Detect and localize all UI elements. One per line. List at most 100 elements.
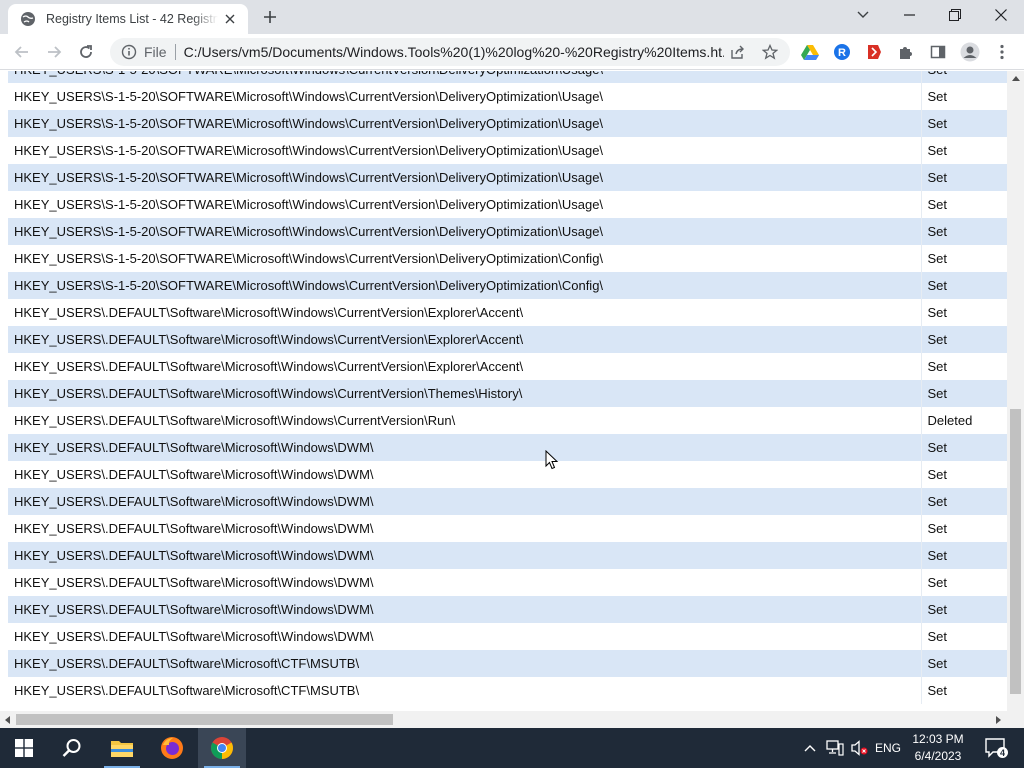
action-cell: Set [921,326,1007,353]
registry-key-cell: HKEY_USERS\.DEFAULT\Software\Microsoft\W… [8,623,922,650]
tab-close-icon[interactable] [220,9,240,29]
clock-time[interactable]: 12:03 PM [906,732,970,746]
registry-key-cell: HKEY_USERS\S-1-5-20\SOFTWARE\Microsoft\W… [8,71,922,83]
input-language-indicator[interactable]: ENG [872,741,904,755]
action-center-icon[interactable]: 4 [976,728,1016,768]
table-row: HKEY_USERS\.DEFAULT\Software\Microsoft\C… [8,650,1007,677]
info-icon[interactable] [114,44,144,60]
table-row: HKEY_USERS\.DEFAULT\Software\Microsoft\W… [8,488,1007,515]
action-cell: Set [927,251,948,266]
back-button[interactable] [8,38,36,66]
file-explorer-icon[interactable] [98,728,146,768]
profile-avatar-icon[interactable] [956,38,984,66]
red-extension-icon[interactable] [860,38,888,66]
share-icon[interactable] [724,38,752,66]
table-row: HKEY_USERS\.DEFAULT\Software\Microsoft\W… [8,461,1007,488]
r-extension-icon[interactable]: R [828,38,856,66]
globe-icon [20,11,36,27]
action-cell: Set [921,650,1007,677]
table-row: HKEY_USERS\S-1-5-20\SOFTWARE\Microsoft\W… [8,191,1007,218]
registry-key-cell: HKEY_USERS\.DEFAULT\Software\Microsoft\W… [8,488,922,515]
horizontal-scroll-thumb[interactable] [16,714,393,725]
extensions-puzzle-icon[interactable] [892,38,920,66]
action-cell: Set [927,467,948,482]
clock-date[interactable]: 6/4/2023 [906,749,970,763]
mouse-cursor-icon [545,449,559,473]
action-cell: Set [927,359,948,374]
browser-tab-active[interactable]: Registry Items List - 42 Registry Items [8,4,248,34]
scroll-up-arrow-icon[interactable] [1012,76,1020,81]
scroll-left-arrow-icon[interactable] [5,716,10,724]
registry-key-cell: HKEY_USERS\S-1-5-20\SOFTWARE\Microsoft\W… [8,218,922,245]
chrome-taskbar-icon[interactable] [198,728,246,768]
address-divider [174,44,176,60]
restore-button[interactable] [932,0,978,30]
table-row: HKEY_USERS\S-1-5-20\SOFTWARE\Microsoft\W… [8,137,1007,164]
registry-key-cell: HKEY_USERS\S-1-5-20\SOFTWARE\Microsoft\W… [8,83,922,110]
registry-key-cell: HKEY_USERS\.DEFAULT\Software\Microsoft\W… [8,380,922,407]
start-windows-icon[interactable] [0,728,48,768]
table-row: HKEY_USERS\.DEFAULT\Software\Microsoft\W… [8,434,1007,461]
action-cell: Set [921,542,1007,569]
side-panel-icon[interactable] [924,38,952,66]
registry-key-cell: HKEY_USERS\.DEFAULT\Software\Microsoft\W… [8,569,922,596]
action-cell: Set [921,164,1007,191]
table-row: HKEY_USERS\.DEFAULT\Software\Microsoft\W… [8,542,1007,569]
action-cell: Deleted [927,413,973,428]
minimize-button[interactable] [886,0,932,30]
network-icon[interactable] [822,728,848,768]
table-row: HKEY_USERS\S-1-5-20\SOFTWARE\Microsoft\W… [8,245,1007,272]
action-cell: Set [927,521,948,536]
windows-taskbar: ENG 12:03 PM 6/4/2023 4 [0,728,1024,768]
table-row: HKEY_USERS\.DEFAULT\Software\Microsoft\W… [8,407,1007,434]
tray-overflow-chevron-icon[interactable] [798,728,822,768]
registry-key-cell: HKEY_USERS\.DEFAULT\Software\Microsoft\W… [8,461,922,488]
vertical-scroll-thumb[interactable] [1010,409,1021,694]
volume-muted-icon[interactable] [848,728,872,768]
action-cell: Set [927,575,948,590]
search-icon[interactable] [48,728,96,768]
firefox-icon[interactable] [148,728,196,768]
registry-key-cell: HKEY_USERS\.DEFAULT\Software\Microsoft\W… [8,515,922,542]
action-cell: Set [927,89,948,104]
menu-kebab-icon[interactable] [988,38,1016,66]
table-row: HKEY_USERS\S-1-5-20\SOFTWARE\Microsoft\W… [8,272,1007,299]
registry-key-cell: HKEY_USERS\S-1-5-20\SOFTWARE\Microsoft\W… [8,164,922,191]
tab-search-chevron-icon[interactable] [840,0,886,30]
scheme-label: File [144,44,167,60]
url-text[interactable]: C:/Users/vm5/Documents/Windows.Tools%20(… [184,44,724,60]
bookmark-star-icon[interactable] [756,38,784,66]
registry-key-cell: HKEY_USERS\.DEFAULT\Software\Microsoft\W… [8,299,922,326]
close-window-button[interactable] [978,0,1024,30]
registry-key-cell: HKEY_USERS\.DEFAULT\Software\Microsoft\W… [8,326,922,353]
table-row: HKEY_USERS\.DEFAULT\Software\Microsoft\W… [8,596,1007,623]
registry-key-cell: HKEY_USERS\.DEFAULT\Software\Microsoft\W… [8,353,922,380]
action-cell: Set [921,488,1007,515]
table-row: HKEY_USERS\S-1-5-20\SOFTWARE\Microsoft\W… [8,218,1007,245]
table-row: HKEY_USERS\.DEFAULT\Software\Microsoft\W… [8,299,1007,326]
registry-key-cell: HKEY_USERS\.DEFAULT\Software\Microsoft\W… [8,596,922,623]
action-cell: Set [921,434,1007,461]
registry-items-table: HKEY_USERS\S-1-5-20\SOFTWARE\Microsoft\W… [8,71,1007,704]
scroll-right-arrow-icon[interactable] [996,716,1001,724]
new-tab-button[interactable] [256,5,284,29]
action-cell: Set [927,197,948,212]
address-bar[interactable]: File C:/Users/vm5/Documents/Windows.Tool… [110,38,790,66]
table-row: HKEY_USERS\.DEFAULT\Software\Microsoft\W… [8,569,1007,596]
page-viewport[interactable]: HKEY_USERS\S-1-5-20\SOFTWARE\Microsoft\W… [0,71,1007,711]
reload-button[interactable] [72,38,100,66]
registry-key-cell: HKEY_USERS\S-1-5-20\SOFTWARE\Microsoft\W… [8,191,922,218]
registry-key-cell: HKEY_USERS\.DEFAULT\Software\Microsoft\C… [8,677,922,704]
registry-key-cell: HKEY_USERS\.DEFAULT\Software\Microsoft\W… [8,542,922,569]
registry-key-cell: HKEY_USERS\.DEFAULT\Software\Microsoft\W… [8,434,922,461]
action-cell: Set [921,71,1007,83]
vertical-scrollbar[interactable] [1007,71,1024,711]
horizontal-scrollbar[interactable] [0,711,1007,728]
action-cell: Set [921,272,1007,299]
action-cell: Set [927,683,948,698]
forward-button[interactable] [40,38,68,66]
google-drive-extension-icon[interactable] [796,38,824,66]
table-row: HKEY_USERS\.DEFAULT\Software\Microsoft\W… [8,380,1007,407]
registry-key-cell: HKEY_USERS\.DEFAULT\Software\Microsoft\W… [8,407,922,434]
registry-key-cell: HKEY_USERS\S-1-5-20\SOFTWARE\Microsoft\W… [8,272,922,299]
